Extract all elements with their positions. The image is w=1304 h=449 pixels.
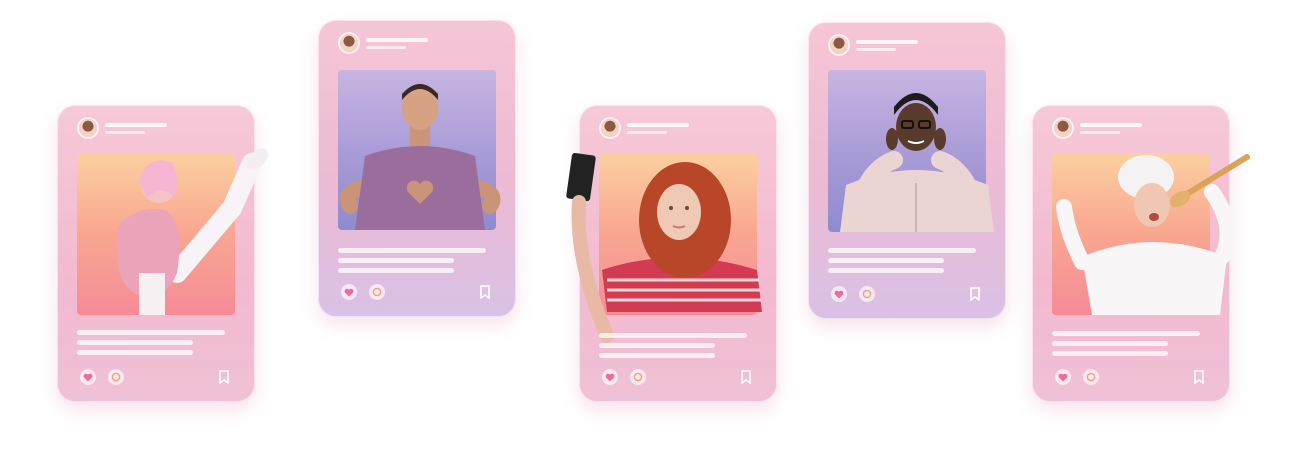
- post-photo: [77, 148, 269, 315]
- person-illustration: [1056, 154, 1250, 315]
- username-placeholder: [856, 39, 918, 51]
- avatar[interactable]: [830, 36, 848, 54]
- post-card[interactable]: [566, 105, 777, 402]
- caption-line: [338, 258, 454, 263]
- comment-icon[interactable]: [858, 285, 876, 303]
- post-actions: [830, 285, 984, 303]
- caption-line: [77, 330, 225, 335]
- caption-line: [1052, 351, 1168, 356]
- caption-line: [599, 353, 715, 358]
- caption-line: [77, 340, 193, 345]
- caption-line: [1052, 331, 1200, 336]
- post-header: [830, 36, 918, 54]
- avatar[interactable]: [601, 119, 619, 137]
- caption-line: [599, 343, 715, 348]
- caption-line: [828, 268, 944, 273]
- post-header: [601, 119, 689, 137]
- bookmark-icon[interactable]: [966, 285, 984, 303]
- bookmark-icon[interactable]: [476, 283, 494, 301]
- comment-icon[interactable]: [107, 368, 125, 386]
- caption-line: [599, 333, 747, 338]
- avatar[interactable]: [340, 34, 358, 52]
- post-header: [340, 34, 428, 52]
- post-header: [1054, 119, 1142, 137]
- post-photo: [1052, 153, 1250, 315]
- post-card[interactable]: [1032, 105, 1250, 402]
- heart-icon[interactable]: [1054, 368, 1072, 386]
- person-illustration: [117, 148, 269, 315]
- caption-line: [828, 258, 944, 263]
- post-photo: [828, 70, 994, 232]
- post-actions: [601, 368, 755, 386]
- post-photo: [566, 152, 762, 343]
- caption-line: [338, 248, 486, 253]
- post-card[interactable]: [57, 105, 269, 402]
- caption-line: [828, 248, 976, 253]
- caption-line: [1052, 341, 1168, 346]
- username-placeholder: [627, 122, 689, 134]
- post-actions: [1054, 368, 1208, 386]
- post-card[interactable]: [318, 20, 516, 317]
- username-placeholder: [1080, 122, 1142, 134]
- comment-icon[interactable]: [629, 368, 647, 386]
- heart-icon[interactable]: [340, 283, 358, 301]
- person-illustration: [840, 93, 994, 232]
- bookmark-icon[interactable]: [737, 368, 755, 386]
- heart-icon[interactable]: [601, 368, 619, 386]
- post-photo: [338, 70, 501, 230]
- post-actions: [79, 368, 233, 386]
- post-card[interactable]: [808, 22, 1006, 319]
- heart-icon[interactable]: [830, 285, 848, 303]
- bookmark-icon[interactable]: [215, 368, 233, 386]
- person-illustration: [566, 152, 762, 343]
- username-placeholder: [366, 37, 428, 49]
- heart-icon[interactable]: [79, 368, 97, 386]
- avatar[interactable]: [1054, 119, 1072, 137]
- caption-line: [77, 350, 193, 355]
- post-actions: [340, 283, 494, 301]
- bookmark-icon[interactable]: [1190, 368, 1208, 386]
- comment-icon[interactable]: [368, 283, 386, 301]
- comment-icon[interactable]: [1082, 368, 1100, 386]
- person-illustration: [339, 84, 501, 230]
- caption-line: [338, 268, 454, 273]
